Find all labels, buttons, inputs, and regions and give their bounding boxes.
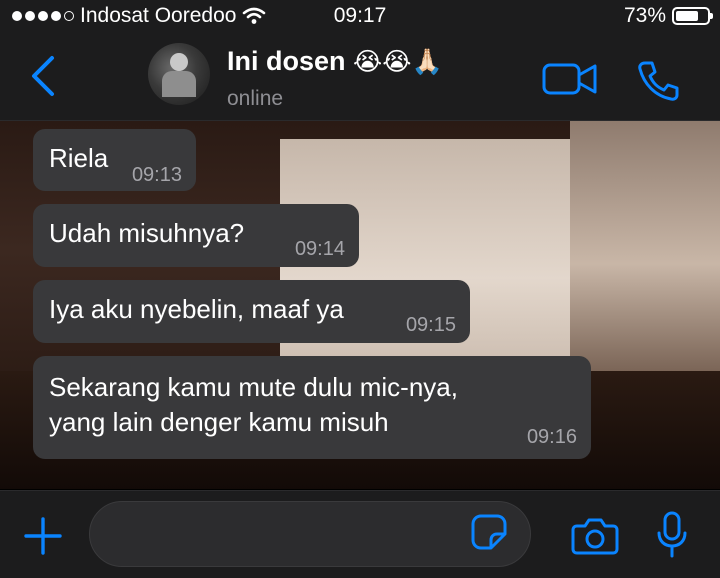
message-time: 09:16 [526,426,577,448]
contact-name-text: Ini dosen [227,46,346,76]
battery-percent: 73% [623,4,666,27]
message-bubble[interactable]: Iya aku nyebelin, maaf ya 09:15 [33,280,470,343]
input-bar [0,490,720,578]
battery-icon [672,7,713,25]
message-time: 09:15 [405,314,456,336]
sticker-icon[interactable] [471,514,507,550]
message-input[interactable] [89,501,531,567]
message-time: 09:14 [294,238,345,260]
message-text: Sekarang kamu mute dulu mic-nya, yang la… [49,372,458,437]
message-bubble[interactable]: Sekarang kamu mute dulu mic-nya, yang la… [33,356,591,459]
microphone-icon[interactable] [655,511,689,559]
wallpaper-light [570,121,720,381]
contact-status: online [227,87,284,110]
video-camera-icon[interactable] [542,62,598,96]
contact-emoji: 😭😭🙏🏻 [353,47,443,76]
camera-icon[interactable] [571,517,619,555]
message-time: 09:13 [131,164,182,186]
phone-icon[interactable] [636,59,680,103]
chevron-left-icon[interactable] [28,54,58,98]
message-bubble[interactable]: Riela 09:13 [33,129,196,191]
avatar[interactable] [148,43,210,105]
chat-header: Ini dosen 😭😭🙏🏻 online [0,34,720,121]
message-text: Iya aku nyebelin, maaf ya [49,294,344,324]
status-time: 09:17 [333,4,387,27]
status-bar: Indosat Ooredoo 09:17 73% [0,0,720,34]
battery-group: 73% [623,4,713,28]
chat-area: Riela 09:13 Udah misuhnya? 09:14 Iya aku… [0,121,720,489]
plus-icon[interactable] [24,517,62,555]
message-bubble[interactable]: Udah misuhnya? 09:14 [33,204,359,267]
contact-name[interactable]: Ini dosen 😭😭🙏🏻 [227,46,443,77]
